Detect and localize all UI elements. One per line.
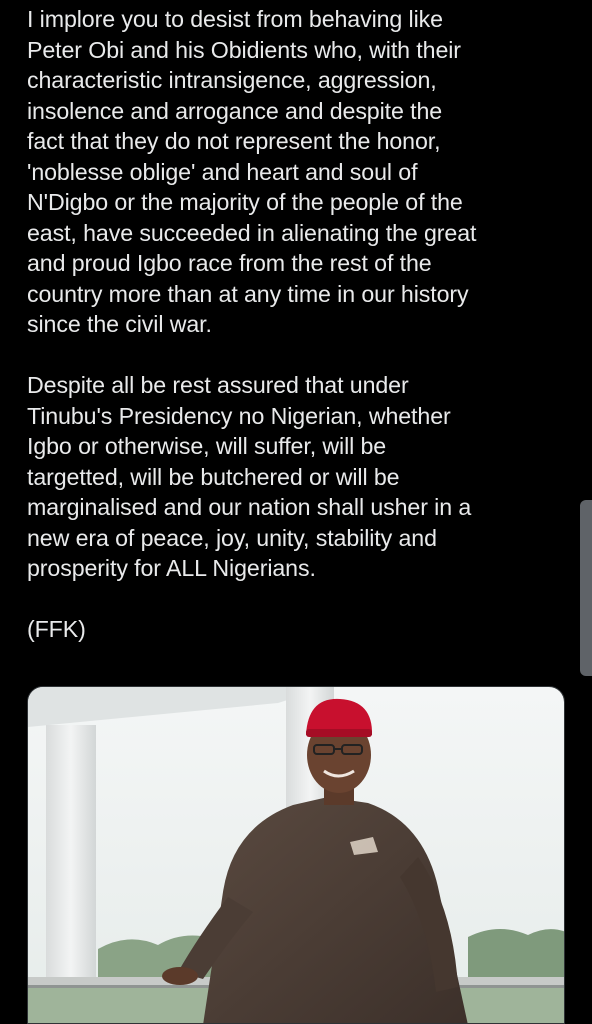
- post-signature: (FFK): [27, 616, 86, 642]
- post-media-image[interactable]: [27, 686, 565, 1024]
- post-paragraph-1: I implore you to desist from behaving li…: [27, 6, 477, 337]
- post-paragraph-2: Despite all be rest assured that under T…: [27, 372, 472, 581]
- scrollbar-thumb[interactable]: [580, 500, 592, 676]
- post-body: I implore you to desist from behaving li…: [27, 4, 577, 645]
- photo-illustration: [28, 687, 564, 1023]
